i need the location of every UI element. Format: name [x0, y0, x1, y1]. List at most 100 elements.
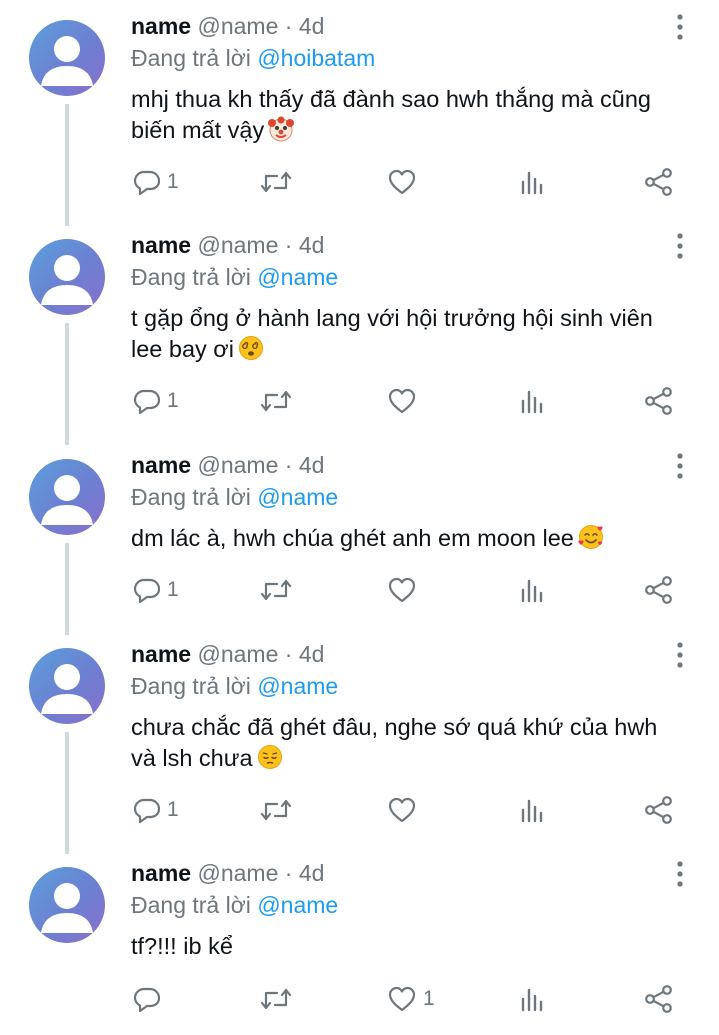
analytics-button[interactable] — [519, 792, 545, 828]
tweet-text-content: mhj thua kh thấy đã đành sao hwh thắng m… — [131, 86, 651, 143]
mention-link[interactable]: @hoibatam — [257, 45, 375, 71]
user-handle[interactable]: @name — [197, 860, 278, 886]
like-button[interactable] — [387, 792, 423, 828]
share-button[interactable] — [644, 164, 674, 200]
user-handle[interactable]: @name — [197, 232, 278, 258]
avatar[interactable] — [29, 459, 105, 535]
avatar[interactable] — [29, 20, 105, 96]
retweet-button[interactable] — [259, 981, 299, 1017]
pensive-face-emoji-icon — [257, 745, 282, 769]
more-options-icon[interactable] — [672, 640, 688, 670]
retweet-button[interactable] — [259, 383, 299, 419]
tweet-header: name @name · 4d — [131, 640, 324, 668]
reply-button[interactable] — [133, 981, 167, 1017]
thread-connector — [65, 543, 69, 635]
share-icon — [645, 985, 672, 1013]
analytics-button[interactable] — [519, 383, 545, 419]
timestamp[interactable]: 4d — [299, 860, 325, 886]
replying-to: Đang trả lời @name — [131, 483, 338, 511]
analytics-button[interactable] — [519, 164, 545, 200]
reply-thread: name @name · 4d Đang trả lời @hoibatam m… — [0, 0, 719, 1035]
analytics-button[interactable] — [519, 981, 545, 1017]
share-button[interactable] — [644, 981, 674, 1017]
like-icon — [388, 388, 416, 414]
display-name[interactable]: name — [131, 641, 191, 667]
more-options-icon[interactable] — [672, 231, 688, 261]
like-button[interactable] — [387, 572, 423, 608]
thread-connector — [65, 323, 69, 445]
analytics-icon — [521, 988, 543, 1012]
tweet-text-content: t gặp ổng ở hành lang với hội trưởng hội… — [131, 305, 653, 362]
tweet-actions: 1 — [131, 981, 691, 1017]
tweet-header: name @name · 4d — [131, 231, 324, 259]
avatar[interactable] — [29, 239, 105, 315]
separator-dot: · — [284, 452, 293, 478]
tweet-text: t gặp ổng ở hành lang với hội trưởng hội… — [131, 303, 671, 365]
reply-icon — [133, 389, 161, 415]
avatar-placeholder-icon — [41, 475, 93, 525]
like-button[interactable]: 1 — [387, 981, 435, 1017]
like-button[interactable] — [387, 164, 423, 200]
tweet-text-content: dm lác à, hwh chúa ghét anh em moon lee — [131, 525, 574, 551]
reply-button[interactable]: 1 — [133, 792, 179, 828]
mention-link[interactable]: @name — [257, 673, 338, 699]
tweet[interactable]: name @name · 4d Đang trả lời @hoibatam m… — [0, 0, 719, 226]
tweet-actions: 1 — [131, 572, 691, 608]
display-name[interactable]: name — [131, 232, 191, 258]
analytics-button[interactable] — [519, 572, 545, 608]
tweet-actions: 1 — [131, 164, 691, 200]
more-options-icon[interactable] — [672, 859, 688, 889]
mention-link[interactable]: @name — [257, 892, 338, 918]
share-button[interactable] — [644, 792, 674, 828]
timestamp[interactable]: 4d — [299, 452, 325, 478]
more-options-icon[interactable] — [672, 451, 688, 481]
share-icon — [645, 387, 672, 415]
user-handle[interactable]: @name — [197, 452, 278, 478]
like-icon — [388, 986, 416, 1012]
like-icon — [388, 797, 416, 823]
tweet-header: name @name · 4d — [131, 451, 324, 479]
reply-icon — [133, 170, 161, 196]
replying-to-label: Đang trả lời — [131, 673, 251, 699]
reply-button[interactable]: 1 — [133, 572, 179, 608]
share-button[interactable] — [644, 572, 674, 608]
retweet-icon — [260, 390, 292, 412]
mention-link[interactable]: @name — [257, 264, 338, 290]
analytics-icon — [521, 390, 543, 414]
analytics-icon — [521, 799, 543, 823]
display-name[interactable]: name — [131, 452, 191, 478]
reply-button[interactable]: 1 — [133, 383, 179, 419]
replying-to-label: Đang trả lời — [131, 264, 251, 290]
timestamp[interactable]: 4d — [299, 641, 325, 667]
tweet[interactable]: name @name · 4d Đang trả lời @name t gặp… — [0, 219, 719, 445]
user-handle[interactable]: @name — [197, 13, 278, 39]
mention-link[interactable]: @name — [257, 484, 338, 510]
timestamp[interactable]: 4d — [299, 232, 325, 258]
retweet-button[interactable] — [259, 792, 299, 828]
thread-connector — [65, 104, 69, 226]
tweet-text: chưa chắc đã ghét đâu, nghe sớ quá khứ c… — [131, 712, 671, 774]
reply-icon — [133, 798, 161, 824]
tweet[interactable]: name @name · 4d Đang trả lời @name chưa … — [0, 628, 719, 854]
user-handle[interactable]: @name — [197, 641, 278, 667]
tweet[interactable]: name @name · 4d Đang trả lời @name tf?!!… — [0, 847, 719, 1035]
timestamp[interactable]: 4d — [299, 13, 325, 39]
like-icon — [388, 169, 416, 195]
more-options-icon[interactable] — [672, 12, 688, 42]
share-button[interactable] — [644, 383, 674, 419]
analytics-icon — [521, 171, 543, 195]
replying-to-label: Đang trả lời — [131, 892, 251, 918]
display-name[interactable]: name — [131, 13, 191, 39]
avatar[interactable] — [29, 648, 105, 724]
like-button[interactable] — [387, 383, 423, 419]
tweet-header: name @name · 4d — [131, 859, 324, 887]
retweet-button[interactable] — [259, 164, 299, 200]
avatar[interactable] — [29, 867, 105, 943]
replying-to: Đang trả lời @name — [131, 672, 338, 700]
retweet-button[interactable] — [259, 572, 299, 608]
retweet-icon — [260, 988, 292, 1010]
reply-button[interactable]: 1 — [133, 164, 179, 200]
tweet[interactable]: name @name · 4d Đang trả lời @name dm lá… — [0, 439, 719, 635]
reply-count: 1 — [167, 798, 179, 821]
display-name[interactable]: name — [131, 860, 191, 886]
